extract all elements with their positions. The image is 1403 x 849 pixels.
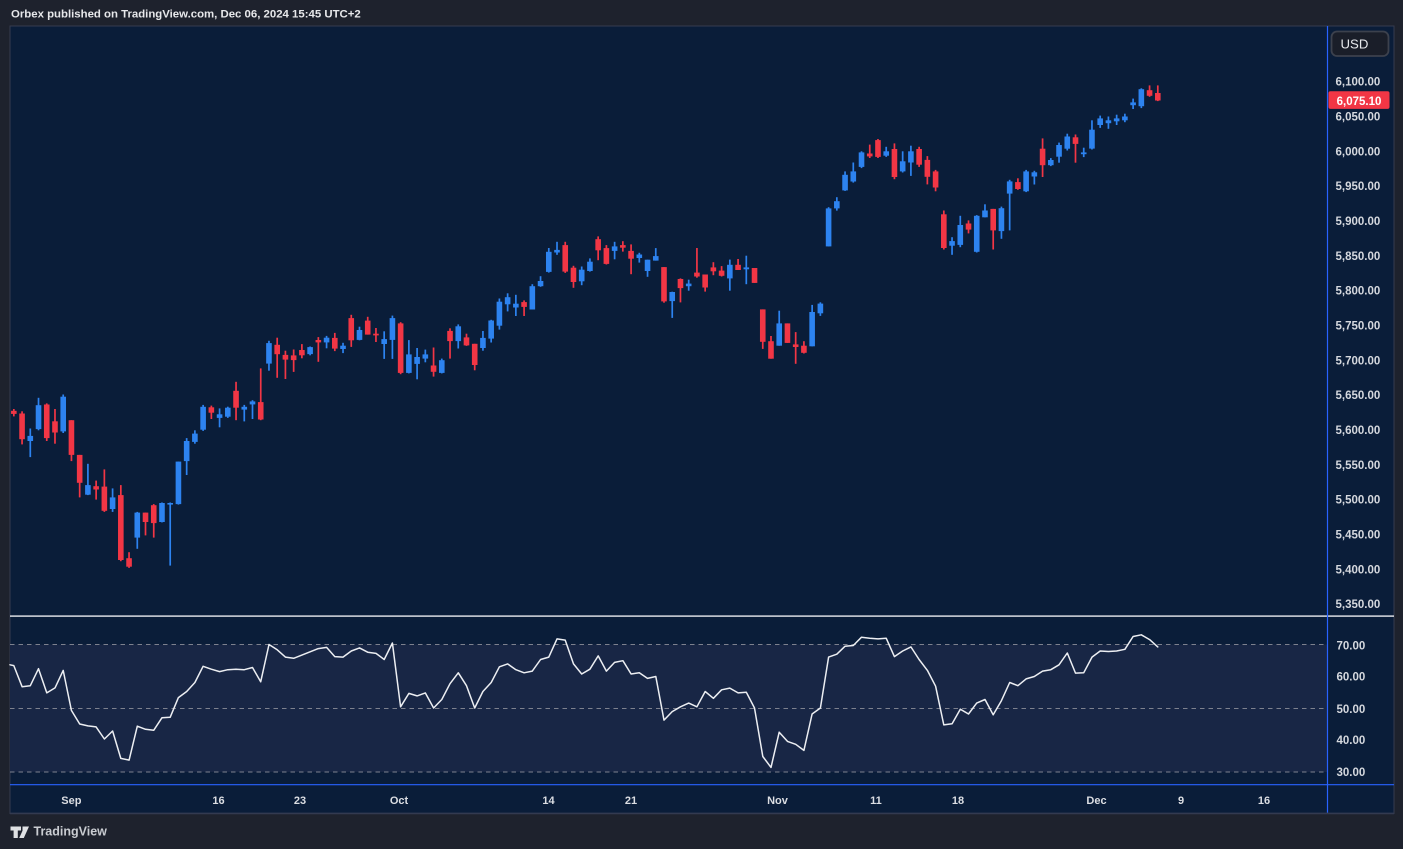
svg-text:16: 16	[212, 795, 224, 807]
svg-text:6,000.00: 6,000.00	[1336, 146, 1381, 158]
svg-text:30.00: 30.00	[1337, 767, 1366, 779]
svg-text:USD: USD	[1341, 37, 1369, 52]
svg-text:5,650.00: 5,650.00	[1336, 390, 1381, 402]
svg-text:5,850.00: 5,850.00	[1336, 251, 1381, 263]
svg-text:Nov: Nov	[767, 795, 789, 807]
svg-text:11: 11	[870, 795, 882, 807]
svg-text:5,500.00: 5,500.00	[1336, 495, 1381, 507]
svg-text:9: 9	[1178, 795, 1184, 807]
svg-text:Orbex published on TradingView: Orbex published on TradingView.com, Dec …	[11, 9, 361, 21]
svg-text:5,350.00: 5,350.00	[1336, 599, 1381, 611]
svg-text:6,100.00: 6,100.00	[1336, 77, 1381, 89]
svg-text:5,450.00: 5,450.00	[1336, 530, 1381, 542]
svg-text:5,700.00: 5,700.00	[1336, 355, 1381, 367]
svg-text:18: 18	[952, 795, 964, 807]
svg-text:16: 16	[1258, 795, 1270, 807]
svg-text:5,900.00: 5,900.00	[1336, 216, 1381, 228]
svg-text:60.00: 60.00	[1337, 671, 1366, 683]
svg-text:5,950.00: 5,950.00	[1336, 181, 1381, 193]
svg-text:40.00: 40.00	[1337, 735, 1366, 747]
svg-text:Sep: Sep	[61, 795, 81, 807]
svg-text:21: 21	[625, 795, 637, 807]
svg-text:6,050.00: 6,050.00	[1336, 112, 1381, 124]
svg-text:Oct: Oct	[390, 795, 409, 807]
svg-text:50.00: 50.00	[1337, 704, 1366, 716]
svg-text:Dec: Dec	[1086, 795, 1106, 807]
svg-text:6,075.10: 6,075.10	[1337, 96, 1382, 108]
svg-text:70.00: 70.00	[1337, 641, 1366, 653]
svg-text:23: 23	[294, 795, 306, 807]
svg-text:5,600.00: 5,600.00	[1336, 425, 1381, 437]
svg-text:5,550.00: 5,550.00	[1336, 460, 1381, 472]
svg-text:5,750.00: 5,750.00	[1336, 321, 1381, 333]
svg-text:TradingView: TradingView	[34, 825, 108, 839]
svg-text:5,400.00: 5,400.00	[1336, 564, 1381, 576]
svg-text:5,800.00: 5,800.00	[1336, 286, 1381, 298]
svg-text:14: 14	[542, 795, 555, 807]
